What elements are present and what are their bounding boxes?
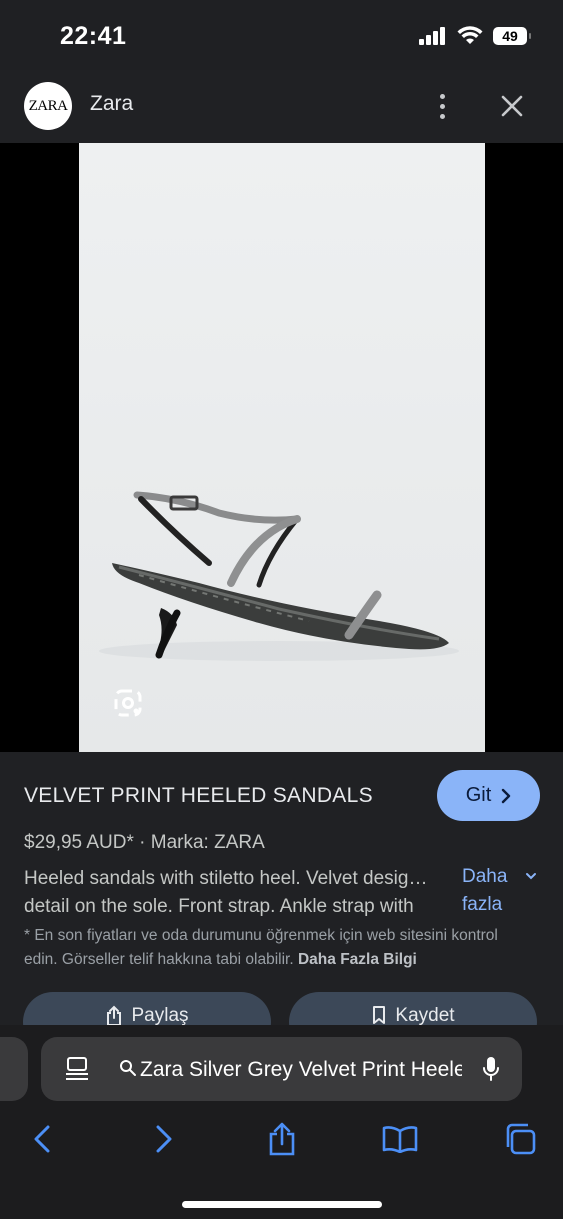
url-text: Zara Silver Grey Velvet Print Heeled San… bbox=[140, 1058, 462, 1081]
site-logo: ZARA bbox=[24, 82, 72, 130]
product-info-panel: VELVET PRINT HEELED SANDALS Git $29,95 A… bbox=[0, 752, 563, 1052]
status-time: 22:41 bbox=[60, 22, 127, 50]
more-link-line: Daha bbox=[462, 866, 508, 887]
save-label: Kaydet bbox=[395, 1005, 455, 1026]
share-icon bbox=[269, 1122, 295, 1156]
expand-description-link[interactable]: Daha fazla bbox=[462, 863, 507, 919]
tabs-icon bbox=[506, 1123, 536, 1155]
go-button[interactable]: Git bbox=[437, 770, 540, 821]
share-icon bbox=[107, 1005, 122, 1026]
share-toolbar-button[interactable] bbox=[262, 1119, 302, 1159]
chevron-right-icon bbox=[156, 1125, 172, 1153]
lens-icon[interactable] bbox=[113, 688, 143, 718]
image-viewer bbox=[0, 143, 563, 752]
more-options-icon[interactable] bbox=[430, 88, 454, 124]
reader-mode-icon[interactable] bbox=[65, 1056, 89, 1082]
previous-tab-preview[interactable] bbox=[0, 1037, 28, 1101]
site-name[interactable]: Zara bbox=[90, 92, 133, 116]
chevron-left-icon bbox=[34, 1125, 50, 1153]
battery-indicator: 49 bbox=[493, 27, 531, 45]
microphone-icon[interactable] bbox=[481, 1055, 501, 1083]
status-bar: 22:41 49 bbox=[0, 0, 563, 70]
learn-more-link[interactable]: Daha Fazla Bilgi bbox=[298, 951, 417, 968]
home-indicator bbox=[182, 1201, 382, 1208]
chevron-down-icon[interactable] bbox=[525, 871, 537, 881]
book-icon bbox=[382, 1126, 418, 1153]
product-title: VELVET PRINT HEELED SANDALS bbox=[24, 784, 373, 807]
result-header: ZARA Zara bbox=[0, 70, 563, 143]
forward-button[interactable] bbox=[144, 1119, 184, 1159]
more-link-line: fazla bbox=[462, 894, 503, 915]
back-button[interactable] bbox=[22, 1119, 62, 1159]
go-button-label: Git bbox=[465, 784, 492, 806]
price-row: $29,95 AUD* · Marka: ZARA bbox=[24, 832, 265, 854]
product-price: $29,95 AUD* bbox=[24, 832, 134, 853]
description-line: Heeled sandals with stiletto heel. Velve… bbox=[24, 868, 428, 889]
wifi-icon bbox=[457, 26, 483, 44]
bookmarks-button[interactable] bbox=[380, 1119, 420, 1159]
disclaimer-text: * En son fiyatları ve oda durumunu öğren… bbox=[24, 927, 498, 968]
status-icons: 49 bbox=[419, 26, 531, 46]
separator-dot: · bbox=[139, 832, 151, 853]
description-line: detail on the sole. Front strap. Ankle s… bbox=[24, 896, 414, 917]
chevron-right-icon bbox=[502, 788, 511, 803]
address-bar[interactable]: Zara Silver Grey Velvet Print Heeled San… bbox=[41, 1037, 522, 1101]
disclaimer-note: * En son fiyatları ve oda durumunu öğren… bbox=[24, 924, 534, 972]
product-description: Heeled sandals with stiletto heel. Velve… bbox=[24, 865, 456, 921]
browser-toolbar: Zara Silver Grey Velvet Print Heeled San… bbox=[0, 1025, 563, 1219]
signal-icon bbox=[419, 27, 445, 45]
share-label: Paylaş bbox=[131, 1005, 189, 1026]
product-brand: Marka: ZARA bbox=[150, 832, 265, 853]
product-image[interactable] bbox=[79, 143, 485, 752]
bookmark-icon bbox=[373, 1006, 386, 1024]
tabs-button[interactable] bbox=[500, 1119, 540, 1159]
search-icon bbox=[120, 1060, 136, 1076]
close-icon[interactable] bbox=[496, 90, 528, 122]
sandal-illustration bbox=[99, 491, 459, 661]
